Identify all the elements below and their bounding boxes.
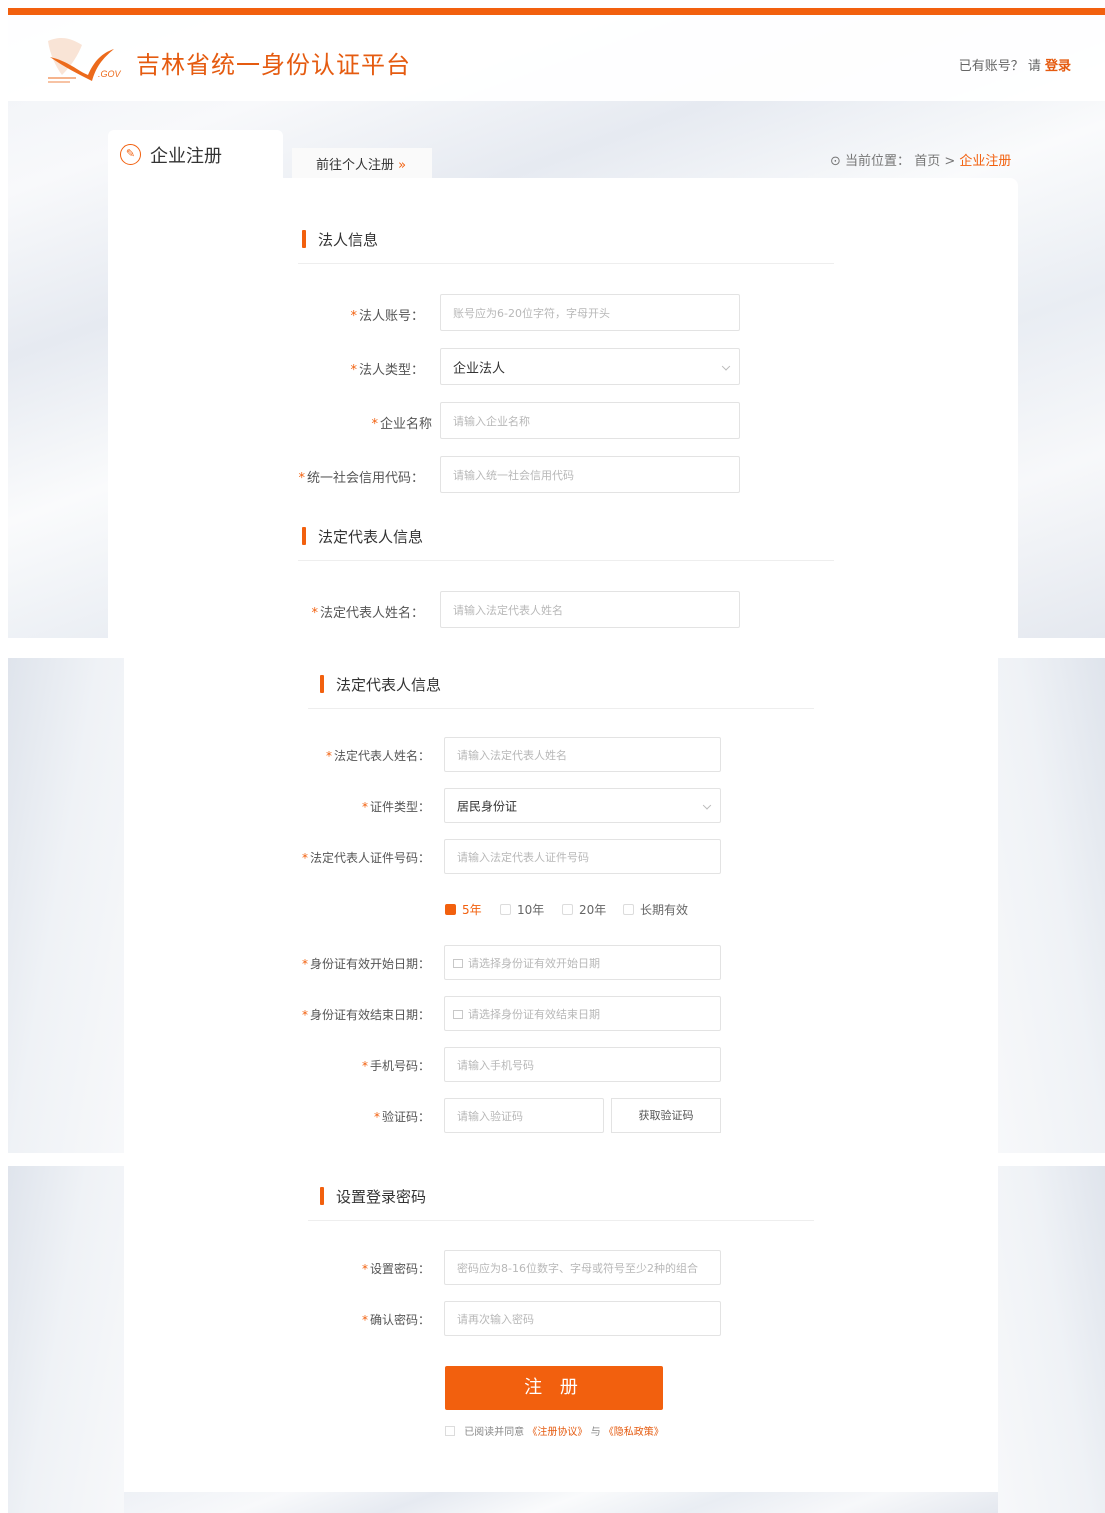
validity-option-20y[interactable]: 20年 <box>562 901 606 918</box>
privacy-policy-link[interactable]: 《隐私政策》 <box>604 1427 664 1438</box>
section-divider <box>298 263 834 264</box>
credit-code-input[interactable]: 请输入统一社会信用代码 <box>440 456 740 493</box>
phone-input[interactable]: 请输入手机号码 <box>444 1047 721 1082</box>
breadcrumb-separator: > <box>944 154 956 169</box>
validity-option-long-term[interactable]: 长期有效 <box>623 901 688 918</box>
page-section-middle: 法定代表人信息 * 法定代表人姓名： 请输入法定代表人姓名 * 证件类型： 居民身份… <box>8 658 1105 1153</box>
form-card-bottom: 设置登录密码 * 设置密码： 密码应为8-16位数字、字母或符号至少2种的组合 *… <box>124 1166 998 1492</box>
id-start-date-picker[interactable]: 请选择身份证有效开始日期 <box>444 945 721 980</box>
tab-enterprise-register[interactable]: ✎ 企业注册 <box>108 130 283 178</box>
snow-background-right <box>998 658 1105 1153</box>
breadcrumb: ⊙ 当前位置： 首页 > 企业注册 <box>830 150 1011 169</box>
checkbox-icon <box>623 904 634 915</box>
company-name-label: * 企业名称 <box>371 417 432 432</box>
snow-background-left <box>8 658 124 1153</box>
double-chevron-right-icon: » <box>398 158 407 173</box>
section-title-password: 设置登录密码 <box>320 1186 426 1207</box>
checkbox-icon <box>562 904 573 915</box>
set-password-label: * 设置密码： <box>361 1262 430 1276</box>
rep-name-input[interactable]: 请输入法定代表人姓名 <box>444 737 721 772</box>
section-bar <box>302 527 306 545</box>
form-card-middle: 法定代表人信息 * 法定代表人姓名： 请输入法定代表人姓名 * 证件类型： 居民身份… <box>124 658 998 1153</box>
verify-code-input[interactable]: 请输入验证码 <box>444 1098 604 1133</box>
logo-gov-text: .GOV <box>98 69 122 79</box>
section-divider <box>308 708 814 709</box>
login-hint-text: 已有账号？ 请 <box>958 59 1041 74</box>
section-divider <box>308 1220 814 1221</box>
tab-personal-register-label: 前往个人注册 <box>316 158 395 173</box>
snow-background-bottom <box>124 1492 998 1513</box>
id-type-select[interactable]: 居民身份证 <box>444 788 721 823</box>
login-link[interactable]: 登录 <box>1045 59 1071 74</box>
id-type-label: * 证件类型： <box>361 800 430 814</box>
tab-personal-register[interactable]: 前往个人注册 » <box>292 148 432 178</box>
get-code-button[interactable]: 获取验证码 <box>611 1098 721 1133</box>
breadcrumb-current: 企业注册 <box>959 154 1012 169</box>
agreement-and: 与 <box>590 1427 601 1438</box>
location-pin-icon: ⊙ <box>830 154 841 169</box>
agreement-row: 已阅读并同意 《注册协议》 与 《隐私政策》 <box>445 1423 664 1438</box>
section-bar <box>302 230 306 248</box>
id-end-date-label: * 身份证有效结束日期： <box>301 1008 430 1022</box>
form-card-top: 法人信息 * 法人账号： 账号应为6-20位字符，字母开头 * 法人类型： 企业法人… <box>108 178 1018 638</box>
rep-name-input[interactable]: 请输入法定代表人姓名 <box>440 591 740 628</box>
credit-code-label: * 统一社会信用代码： <box>298 471 424 486</box>
legal-account-label: * 法人账号： <box>350 309 424 324</box>
verify-code-label: * 验证码： <box>373 1110 430 1124</box>
section-bar <box>320 1187 324 1205</box>
calendar-icon <box>453 958 463 968</box>
login-hint: 已有账号？ 请 登录 <box>959 55 1071 74</box>
site-title: 吉林省统一身份认证平台 <box>136 51 411 79</box>
set-password-input[interactable]: 密码应为8-16位数字、字母或符号至少2种的组合 <box>444 1250 721 1285</box>
section-divider <box>298 560 834 561</box>
site-header: .GOV 吉林省统一身份认证平台 已有账号？ 请 登录 <box>8 15 1105 101</box>
chevron-down-icon <box>721 361 731 371</box>
id-start-date-label: * 身份证有效开始日期： <box>301 957 430 971</box>
legal-account-input[interactable]: 账号应为6-20位字符，字母开头 <box>440 294 740 331</box>
agreement-checkbox[interactable] <box>445 1426 455 1436</box>
section-title-legal-entity: 法人信息 <box>302 229 378 250</box>
legal-type-label: * 法人类型： <box>350 363 424 378</box>
breadcrumb-prefix: 当前位置： <box>845 154 911 169</box>
rep-name-label: * 法定代表人姓名： <box>325 749 430 763</box>
page-section-bottom: 设置登录密码 * 设置密码： 密码应为8-16位数字、字母或符号至少2种的组合 *… <box>8 1166 1105 1513</box>
confirm-password-label: * 确认密码： <box>361 1313 430 1327</box>
confirm-password-input[interactable]: 请再次输入密码 <box>444 1301 721 1336</box>
register-button[interactable]: 注 册 <box>445 1366 663 1410</box>
id-end-date-picker[interactable]: 请选择身份证有效结束日期 <box>444 996 721 1031</box>
id-number-label: * 法定代表人证件号码： <box>301 851 430 865</box>
page-section-top: .GOV 吉林省统一身份认证平台 已有账号？ 请 登录 ✎ 企业注册 前往个人注… <box>8 8 1105 638</box>
snow-background-left <box>8 1166 124 1513</box>
rep-name-label: * 法定代表人姓名： <box>311 606 424 621</box>
checkbox-icon <box>500 904 511 915</box>
validity-option-10y[interactable]: 10年 <box>500 901 544 918</box>
section-bar <box>320 675 324 693</box>
company-name-input[interactable]: 请输入企业名称 <box>440 402 740 439</box>
snow-background-right <box>998 1166 1105 1513</box>
agreement-prefix: 已阅读并同意 <box>464 1427 525 1438</box>
section-title-representative: 法定代表人信息 <box>302 526 423 547</box>
checkbox-checked-icon <box>445 904 456 915</box>
legal-type-select[interactable]: 企业法人 <box>440 348 740 385</box>
tab-enterprise-register-label: 企业注册 <box>150 146 222 167</box>
section-title-representative: 法定代表人信息 <box>320 674 441 695</box>
pencil-icon: ✎ <box>120 144 141 165</box>
top-accent-bar <box>8 8 1105 15</box>
id-number-input[interactable]: 请输入法定代表人证件号码 <box>444 839 721 874</box>
phone-label: * 手机号码： <box>361 1059 430 1073</box>
breadcrumb-home[interactable]: 首页 <box>914 154 940 169</box>
chevron-down-icon <box>702 800 712 810</box>
calendar-icon <box>453 1009 463 1019</box>
validity-option-5y[interactable]: 5年 <box>445 901 482 918</box>
registration-agreement-link[interactable]: 《注册协议》 <box>527 1427 587 1438</box>
gov-logo-icon: .GOV <box>48 38 122 83</box>
